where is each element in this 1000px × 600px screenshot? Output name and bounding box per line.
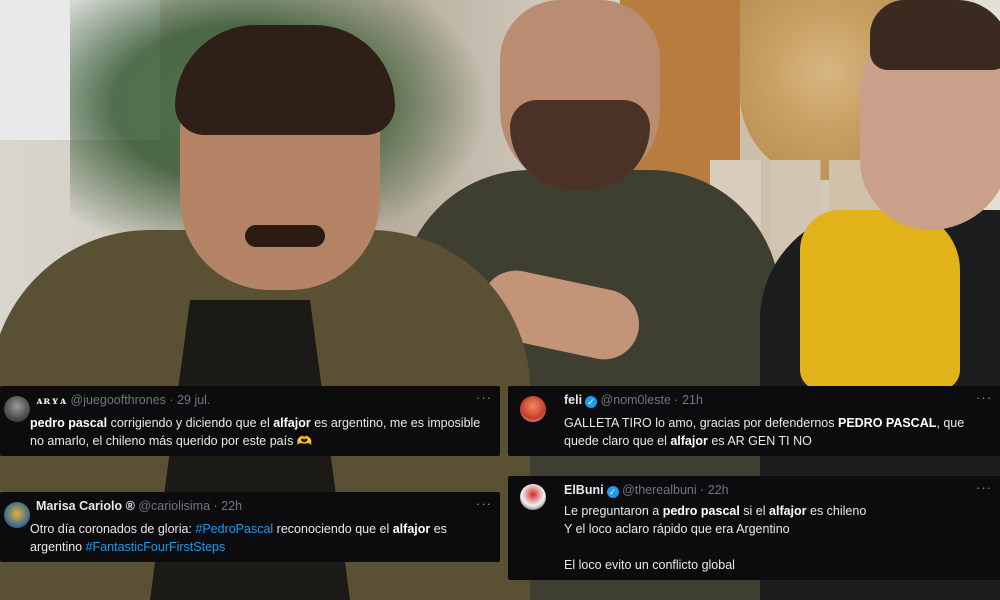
highlighted-term: PEDRO PASCAL (837, 416, 937, 430)
avatar[interactable] (520, 396, 546, 422)
tweet-text: Le preguntaron a pedro pascal si el alfa… (564, 502, 988, 574)
tweet-header: ElBuni ✓ @therealbuni · 22h (564, 483, 990, 499)
tweet-card[interactable]: ᴀʀʏᴀ @juegoofthrones · 29 jul. ··· pedro… (0, 386, 500, 456)
tweet-text-segment: corrigiendo y diciendo que el (107, 416, 274, 430)
person-left-mouth (245, 225, 325, 247)
tweet-text: Otro día coronados de gloria: #PedroPasc… (30, 520, 488, 556)
more-options-icon[interactable]: ··· (976, 390, 992, 405)
author-handle[interactable]: @juegoofthrones (71, 393, 166, 407)
person-right-hair (870, 0, 1000, 70)
person-right-hood (800, 210, 960, 390)
highlighted-term: alfajor (273, 416, 311, 430)
verified-badge-icon: ✓ (585, 396, 598, 408)
tweet-card[interactable]: feli ✓ @nom0leste · 21h ··· GALLETA TIRO … (508, 386, 1000, 456)
separator-dot: · (213, 499, 218, 513)
heart-hands-icon: 🫶 (296, 434, 313, 448)
tweet-header: Marisa Cariolo ® @cariolisima · 22h (36, 499, 490, 515)
tweet-time[interactable]: 22h (221, 499, 242, 513)
tweet-card[interactable]: Marisa Cariolo ® @cariolisima · 22h ··· … (0, 492, 500, 562)
tweet-text-segment: reconociendo que el (273, 522, 393, 536)
tweet-header: feli ✓ @nom0leste · 21h (564, 393, 990, 409)
tweet-text-segment: GALLETA TIRO lo amo, gracias por defende… (564, 416, 838, 430)
more-options-icon[interactable]: ··· (476, 496, 492, 511)
tweet-text: GALLETA TIRO lo amo, gracias por defende… (564, 414, 988, 450)
highlighted-term: alfajor (670, 434, 708, 448)
highlighted-term: pedro pascal (662, 504, 740, 518)
tweet-text-segment: es AR GEN TI NO (707, 434, 812, 448)
person-left-hair (175, 25, 395, 135)
avatar[interactable] (4, 396, 30, 422)
hashtag-link[interactable]: #FantasticFourFirstSteps (86, 540, 226, 554)
tweet-text-segment: si el (739, 504, 770, 518)
hashtag-link[interactable]: #PedroPascal (195, 522, 273, 536)
separator-dot: · (169, 393, 174, 407)
tweet-text-segment: Y el loco aclaro rápido que era Argentin… (564, 522, 790, 536)
author-handle[interactable]: @therealbuni (622, 483, 697, 497)
video-frame: ᴀʀʏᴀ @juegoofthrones · 29 jul. ··· pedro… (0, 0, 1000, 600)
more-options-icon[interactable]: ··· (976, 480, 992, 495)
tweet-header: ᴀʀʏᴀ @juegoofthrones · 29 jul. (36, 393, 490, 409)
tweet-text-segment: Otro día coronados de gloria: (30, 522, 196, 536)
tweet-time[interactable]: 22h (708, 483, 729, 497)
tweet-text-segment: Le preguntaron a (564, 504, 663, 518)
avatar[interactable] (520, 484, 546, 510)
author-handle[interactable]: @nom0leste (601, 393, 671, 407)
tweet-time[interactable]: 29 jul. (177, 393, 210, 407)
more-options-icon[interactable]: ··· (476, 390, 492, 405)
highlighted-term: alfajor (392, 522, 431, 536)
tweet-card[interactable]: ElBuni ✓ @therealbuni · 22h ··· Le pregun… (508, 476, 1000, 580)
tweet-text-segment: es chileno (806, 504, 867, 518)
tweet-text-segment: El loco evito un conflicto global (564, 558, 735, 572)
author-handle[interactable]: @cariolisima (138, 499, 210, 513)
author-name[interactable]: Marisa Cariolo ® (36, 499, 135, 513)
tweet-time[interactable]: 21h (682, 393, 703, 407)
author-name[interactable]: ElBuni (564, 483, 604, 497)
highlighted-term: alfajor (769, 504, 807, 518)
verified-badge-icon: ✓ (606, 486, 619, 498)
avatar[interactable] (4, 502, 30, 528)
separator-dot: · (700, 483, 705, 497)
author-name[interactable]: ᴀʀʏᴀ (36, 396, 67, 407)
highlighted-term: pedro pascal (30, 416, 108, 430)
separator-dot: · (674, 393, 679, 407)
author-name[interactable]: feli (564, 393, 582, 407)
tweet-text: pedro pascal corrigiendo y diciendo que … (30, 414, 488, 450)
